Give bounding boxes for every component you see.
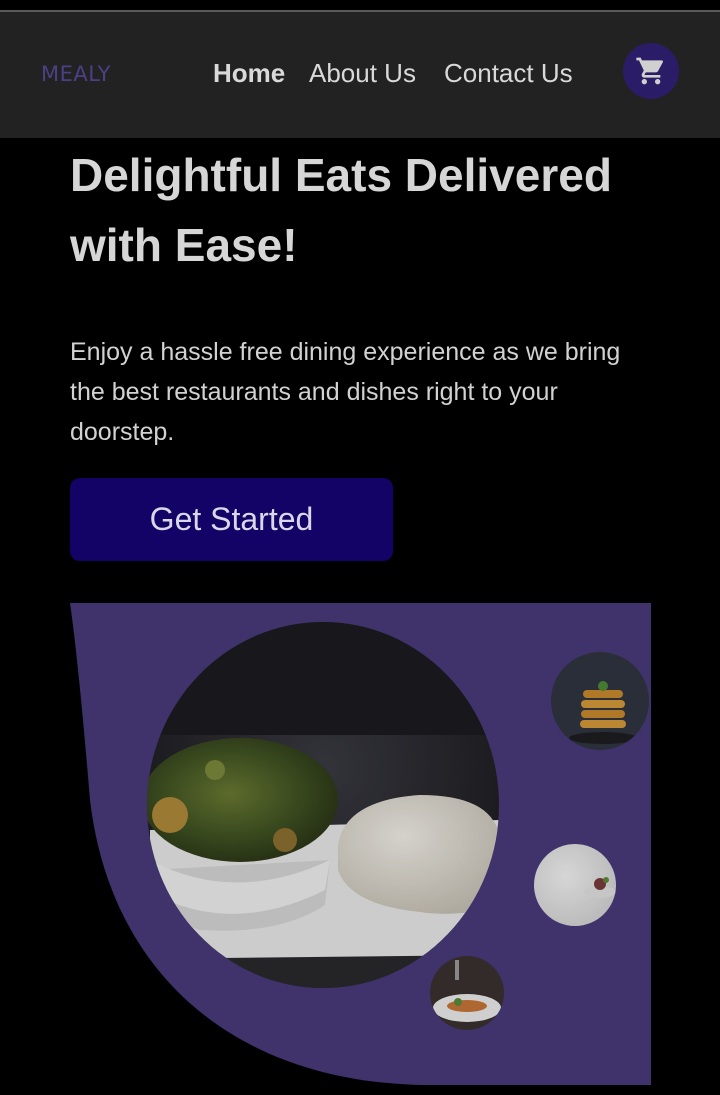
- page: MEALY Home About Us Contact Us Delightfu…: [0, 0, 720, 1095]
- hero-illustration: [0, 600, 720, 1095]
